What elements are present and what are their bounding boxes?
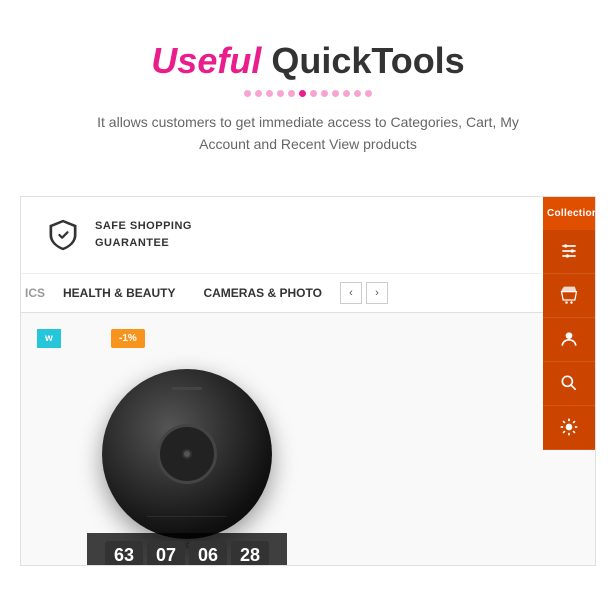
badge-new: w [37, 329, 61, 348]
tab-next-button[interactable]: › [366, 282, 388, 304]
sun-icon [559, 417, 579, 437]
product-area: w -1% XIAOMI 63 DAYS 07 [21, 313, 595, 566]
tab-cut-ics[interactable]: ICS [21, 274, 49, 312]
filter-tool-button[interactable] [543, 230, 595, 274]
dot-3 [266, 90, 273, 97]
shield-icon [45, 217, 81, 253]
title-bold: QuickTools [271, 40, 464, 81]
dot-2 [255, 90, 262, 97]
product-image-wrapper: XIAOMI 63 DAYS 07 HOURS 06 MINS 28 SECS [87, 339, 287, 566]
nav-tabs: ICS HEALTH & BEAUTY CAMERAS & PHOTO ‹ › [21, 274, 595, 313]
countdown-days: 63 DAYS [105, 541, 143, 566]
tab-nav-arrows: ‹ › [340, 282, 388, 304]
tab-cameras-photo[interactable]: CAMERAS & PHOTO [189, 274, 335, 312]
cart-tool-button[interactable] [543, 274, 595, 318]
safe-shopping-text: SAFE SHOPPING GUARANTEE [95, 218, 192, 251]
title-italic: Useful [151, 40, 261, 81]
countdown-mins: 06 MINS [189, 541, 227, 566]
countdown-hours: 07 HOURS [147, 541, 185, 566]
collection-button[interactable]: Collection [543, 197, 595, 230]
cart-icon [559, 285, 579, 305]
header-description: It allows customers to get immediate acc… [78, 111, 538, 156]
tab-prev-button[interactable]: ‹ [340, 282, 362, 304]
dot-11 [354, 90, 361, 97]
header-section: Useful QuickTools It allows customers to… [0, 0, 616, 176]
ui-preview: SAFE SHOPPING GUARANTEE ICS HEALTH & BEA… [20, 196, 596, 566]
dot-9 [332, 90, 339, 97]
dot-7 [310, 90, 317, 97]
tab-health-beauty[interactable]: HEALTH & BEAUTY [49, 274, 189, 312]
dot-5 [288, 90, 295, 97]
badge-discount: -1% [111, 329, 145, 348]
dot-12 [365, 90, 372, 97]
settings-tool-button[interactable] [543, 406, 595, 450]
dot-8 [321, 90, 328, 97]
robot-camera [182, 449, 192, 459]
account-tool-button[interactable] [543, 318, 595, 362]
dot-6-active [299, 90, 306, 97]
dot-4 [277, 90, 284, 97]
safe-shopping-banner: SAFE SHOPPING GUARANTEE [21, 197, 595, 274]
dot-10 [343, 90, 350, 97]
product-robot-vacuum [102, 369, 272, 539]
quick-tools-sidebar: Collection [543, 197, 595, 450]
users-icon [559, 329, 579, 349]
search-icon [559, 373, 579, 393]
dots-decoration [20, 90, 596, 97]
robot-inner [157, 424, 217, 484]
countdown-timer: 63 DAYS 07 HOURS 06 MINS 28 SECS [87, 533, 287, 566]
filter-icon [559, 241, 579, 261]
search-tool-button[interactable] [543, 362, 595, 406]
page-title: Useful QuickTools [20, 40, 596, 82]
countdown-secs: 28 SECS [231, 541, 269, 566]
dot-1 [244, 90, 251, 97]
